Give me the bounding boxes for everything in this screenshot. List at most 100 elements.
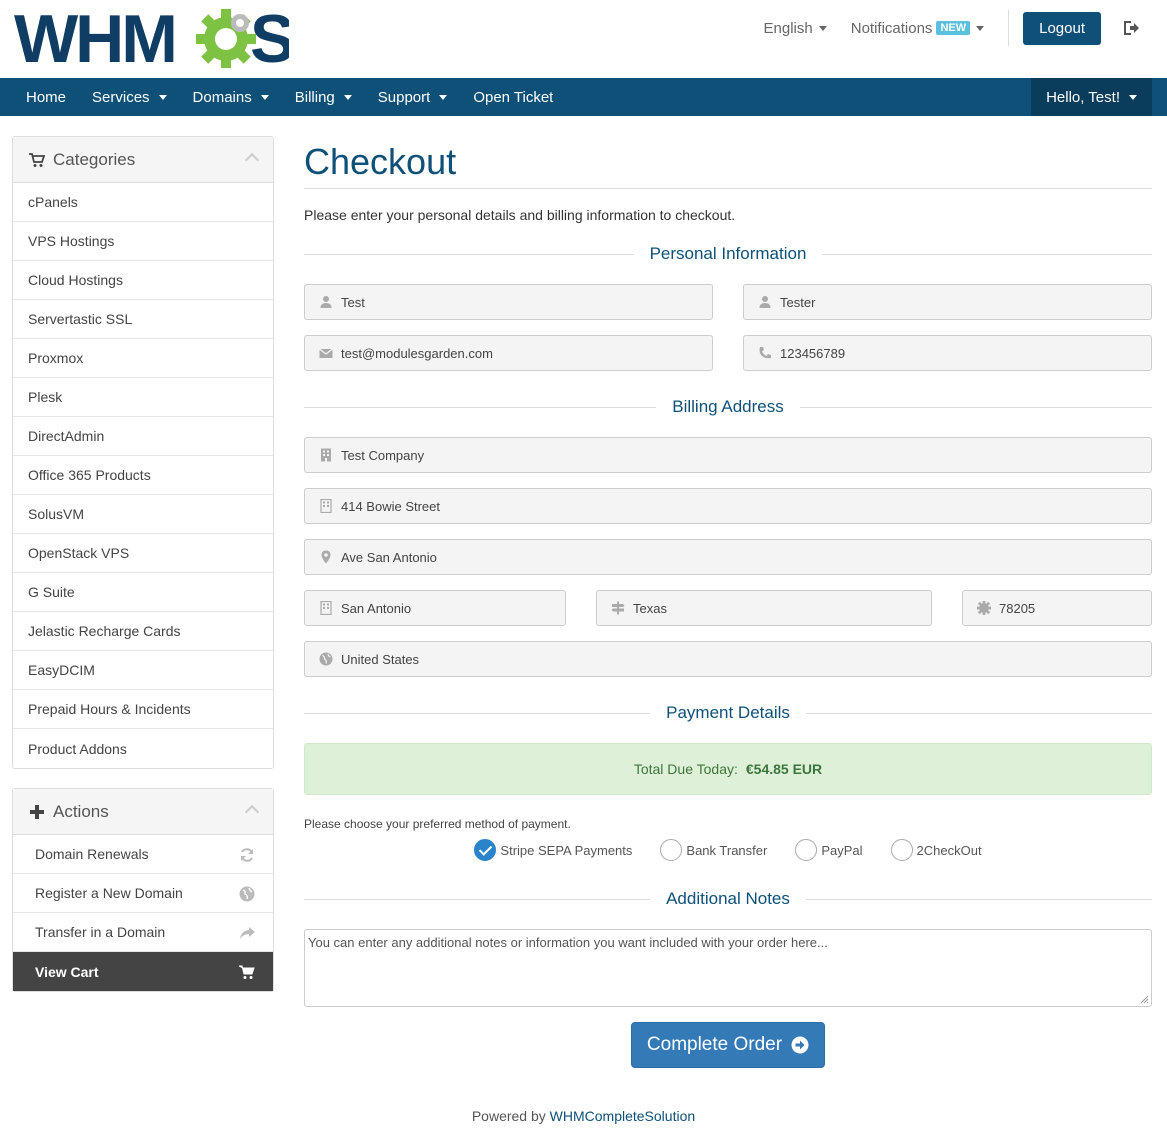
categories-list: cPanels VPS Hostings Cloud Hostings Servert… bbox=[13, 183, 273, 768]
sidebar-category-item[interactable]: DirectAdmin bbox=[13, 417, 273, 456]
categories-header[interactable]: Categories bbox=[13, 137, 273, 183]
sidebar-category-item[interactable]: Prepaid Hours & Incidents bbox=[13, 690, 273, 729]
nav-home[interactable]: Home bbox=[0, 78, 79, 116]
whmcs-logo[interactable]: WHM S bbox=[14, 6, 289, 68]
payment-option-paypal[interactable]: PayPal bbox=[795, 839, 863, 861]
shopping-cart-icon bbox=[29, 152, 45, 167]
address2-field[interactable]: Ave San Antonio bbox=[304, 539, 1152, 575]
first-name-field[interactable]: Test bbox=[304, 284, 713, 320]
sidebar-category-item[interactable]: cPanels bbox=[13, 183, 273, 222]
nav-support[interactable]: Support bbox=[365, 78, 461, 116]
nav-open-ticket[interactable]: Open Ticket bbox=[460, 78, 566, 116]
logout-button[interactable]: Logout bbox=[1023, 11, 1101, 45]
top-links: English Notifications NEW Logout bbox=[764, 0, 1167, 56]
total-due-label: Total Due Today: bbox=[633, 761, 738, 777]
nav-support-label: Support bbox=[377, 88, 431, 106]
user-icon bbox=[759, 296, 771, 308]
phone-value: 123456789 bbox=[780, 345, 846, 361]
company-field[interactable]: Test Company bbox=[304, 437, 1152, 473]
radio-icon[interactable] bbox=[795, 839, 818, 861]
whmcs-logo-mark: WHM S bbox=[14, 6, 289, 68]
sidebar-category-item[interactable]: Product Addons bbox=[13, 729, 273, 768]
sidebar-category-item[interactable]: G Suite bbox=[13, 573, 273, 612]
actions-panel: Actions Domain Renewals Register a New D… bbox=[12, 788, 274, 992]
last-name-value: Tester bbox=[780, 294, 816, 310]
radio-icon[interactable] bbox=[890, 839, 913, 861]
action-register-domain[interactable]: Register a New Domain bbox=[13, 874, 273, 913]
sidebar-category-item[interactable]: SolusVM bbox=[13, 495, 273, 534]
sidebar-category-item[interactable]: Proxmox bbox=[13, 339, 273, 378]
action-label: Domain Renewals bbox=[35, 846, 149, 862]
nav-domains-label: Domains bbox=[192, 88, 252, 106]
caret-down-icon bbox=[1129, 94, 1137, 100]
sidebar-category-item[interactable]: VPS Hostings bbox=[13, 222, 273, 261]
signpost-icon bbox=[611, 601, 625, 615]
action-domain-renewals[interactable]: Domain Renewals bbox=[13, 835, 273, 874]
action-label: Register a New Domain bbox=[35, 885, 183, 901]
notifications-dropdown[interactable]: Notifications NEW bbox=[851, 20, 985, 37]
section-title-text: Payment Details bbox=[666, 703, 790, 722]
action-label: View Cart bbox=[35, 963, 99, 980]
email-field[interactable]: test@modulesgarden.com bbox=[304, 335, 713, 371]
city-field[interactable]: San Antonio bbox=[304, 590, 566, 626]
address2-value: Ave San Antonio bbox=[341, 549, 437, 565]
page-title: Checkout bbox=[304, 142, 1152, 189]
nav-billing-label: Billing bbox=[294, 88, 335, 106]
caret-down-icon bbox=[260, 94, 269, 100]
notifications-badge: NEW bbox=[936, 21, 971, 35]
footer-whmcs-link[interactable]: WHMCompleteSolution bbox=[550, 1108, 696, 1124]
arrow-circle-right-icon bbox=[791, 1036, 809, 1054]
nav-services[interactable]: Services bbox=[79, 78, 180, 116]
powered-by-text: Powered by bbox=[471, 1108, 546, 1124]
payment-option-stripe-sepa[interactable]: Stripe SEPA Payments bbox=[474, 839, 632, 861]
sidebar-category-item[interactable]: Plesk bbox=[13, 378, 273, 417]
state-value: Texas bbox=[633, 600, 667, 616]
chevron-up-icon[interactable] bbox=[244, 804, 260, 820]
nav-services-label: Services bbox=[92, 88, 150, 106]
nav-domains[interactable]: Domains bbox=[180, 78, 282, 116]
resize-handle-icon[interactable] bbox=[1139, 994, 1149, 1004]
address1-field[interactable]: 414 Bowie Street bbox=[304, 488, 1152, 524]
nav-billing[interactable]: Billing bbox=[282, 78, 365, 116]
share-icon bbox=[240, 927, 255, 939]
additional-notes-textarea[interactable]: You can enter any additional notes or in… bbox=[304, 929, 1152, 1007]
chevron-up-icon[interactable] bbox=[244, 152, 260, 168]
user-icon bbox=[320, 296, 332, 308]
user-menu-dropdown[interactable]: Hello, Test! bbox=[1031, 78, 1152, 116]
sidebar-category-item[interactable]: Jelastic Recharge Cards bbox=[13, 612, 273, 651]
sidebar-category-item[interactable]: Office 365 Products bbox=[13, 456, 273, 495]
postcode-field[interactable]: 78205 bbox=[962, 590, 1152, 626]
sidebar-category-item[interactable]: EasyDCIM bbox=[13, 651, 273, 690]
action-transfer-domain[interactable]: Transfer in a Domain bbox=[13, 913, 273, 952]
complete-order-label: Complete Order bbox=[646, 1034, 783, 1055]
country-select[interactable]: United States bbox=[304, 641, 1152, 677]
svg-text:S: S bbox=[250, 6, 289, 68]
language-dropdown[interactable]: English bbox=[764, 20, 827, 37]
caret-down-icon bbox=[818, 25, 827, 31]
radio-icon[interactable] bbox=[660, 839, 683, 861]
complete-order-button[interactable]: Complete Order bbox=[631, 1022, 825, 1068]
actions-title: Actions bbox=[53, 801, 109, 821]
total-due-value: €54.85 EUR bbox=[745, 761, 823, 777]
sidebar-category-item[interactable]: Servertastic SSL bbox=[13, 300, 273, 339]
payment-option-bank-transfer[interactable]: Bank Transfer bbox=[660, 839, 767, 861]
sign-out-icon[interactable] bbox=[1121, 18, 1141, 38]
action-label: Transfer in a Domain bbox=[35, 924, 166, 940]
last-name-field[interactable]: Tester bbox=[743, 284, 1152, 320]
sidebar-category-item[interactable]: OpenStack VPS bbox=[13, 534, 273, 573]
section-title-text: Personal Information bbox=[649, 244, 807, 263]
phone-icon bbox=[759, 347, 771, 359]
state-field[interactable]: Texas bbox=[596, 590, 932, 626]
phone-field[interactable]: 123456789 bbox=[743, 335, 1152, 371]
footer: Powered by WHMCompleteSolution bbox=[0, 1108, 1167, 1124]
sidebar-category-item[interactable]: Cloud Hostings bbox=[13, 261, 273, 300]
email-value: test@modulesgarden.com bbox=[341, 345, 493, 361]
payment-option-2checkout[interactable]: 2CheckOut bbox=[890, 839, 982, 861]
action-view-cart[interactable]: View Cart bbox=[13, 952, 273, 991]
top-header: WHM S English Notifications NEW Logout bbox=[0, 0, 1167, 78]
payment-option-label: 2CheckOut bbox=[916, 842, 982, 858]
radio-checked-icon[interactable] bbox=[474, 839, 497, 861]
payment-option-label: Bank Transfer bbox=[686, 842, 768, 858]
building-icon bbox=[321, 448, 331, 462]
actions-header[interactable]: Actions bbox=[13, 789, 273, 835]
